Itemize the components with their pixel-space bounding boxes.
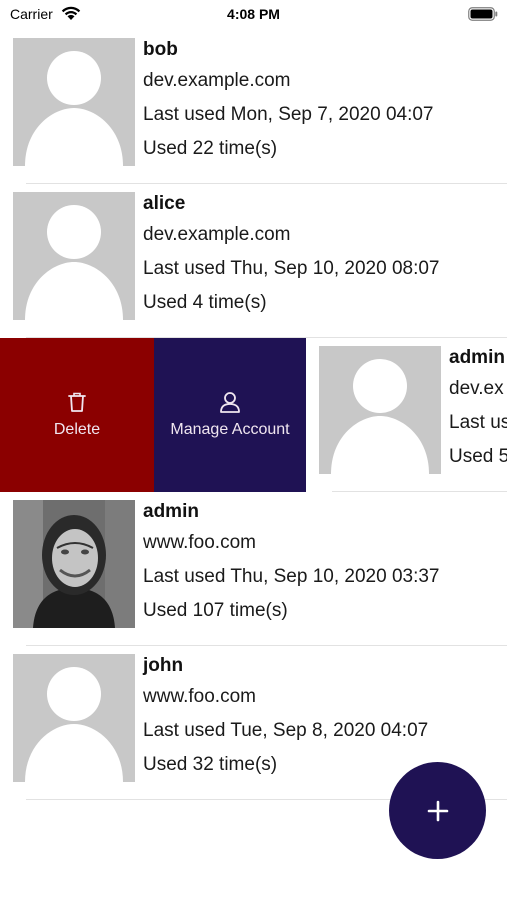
person-icon	[220, 392, 240, 413]
delete-label: Delete	[53, 421, 101, 438]
account-name: alice	[143, 193, 186, 214]
account-server: www.foo.com	[143, 532, 256, 553]
account-server: dev.example.com	[143, 224, 291, 245]
account-last-used: Last us	[449, 412, 507, 433]
swipe-actions: Delete Manage Account	[0, 338, 306, 492]
account-use-count: Used 107 time(s)	[143, 600, 288, 621]
account-last-used: Last used Thu, Sep 10, 2020 08:07	[143, 258, 440, 279]
account-last-used: Last used Mon, Sep 7, 2020 04:07	[143, 104, 434, 125]
battery-icon	[468, 7, 498, 21]
trash-icon	[68, 392, 86, 412]
account-row-bob[interactable]: bob dev.example.com Last used Mon, Sep 7…	[0, 30, 507, 184]
placeholder-avatar	[13, 654, 135, 782]
account-use-count: Used 22 time(s)	[143, 138, 278, 159]
account-server: www.foo.com	[143, 686, 256, 707]
status-time: 4:08 PM	[227, 6, 280, 22]
photo-avatar	[13, 500, 135, 628]
placeholder-avatar	[319, 346, 441, 474]
account-server: dev.ex	[449, 378, 504, 399]
placeholder-avatar	[13, 192, 135, 320]
account-last-used: Last used Tue, Sep 8, 2020 04:07	[143, 720, 429, 741]
account-list: bob dev.example.com Last used Mon, Sep 7…	[0, 30, 507, 800]
plus-icon	[427, 800, 448, 821]
placeholder-avatar	[13, 38, 135, 166]
account-row-alice[interactable]: alice dev.example.com Last used Thu, Sep…	[0, 184, 507, 338]
manage-account-label: Manage Account	[170, 421, 290, 438]
add-account-button[interactable]	[389, 762, 486, 859]
account-server: dev.example.com	[143, 70, 291, 91]
account-use-count: Used 4 time(s)	[143, 292, 267, 313]
manage-account-button[interactable]: Manage Account	[154, 338, 306, 492]
account-row-admin-foo[interactable]: admin www.foo.com Last used Thu, Sep 10,…	[0, 492, 507, 646]
account-name: admin	[449, 347, 505, 368]
status-bar: Carrier 4:08 PM	[0, 0, 507, 28]
account-last-used: Last used Thu, Sep 10, 2020 03:37	[143, 566, 440, 587]
swiped-row-content: admin dev.ex Last us Used 5	[306, 338, 507, 492]
account-row-admin-swiped[interactable]: Delete Manage Account admin dev.ex Last …	[0, 338, 507, 492]
account-name: bob	[143, 39, 178, 60]
delete-button[interactable]: Delete	[0, 338, 154, 492]
account-use-count: Used 5	[449, 446, 507, 467]
account-name: admin	[143, 501, 199, 522]
account-name: john	[143, 655, 184, 676]
